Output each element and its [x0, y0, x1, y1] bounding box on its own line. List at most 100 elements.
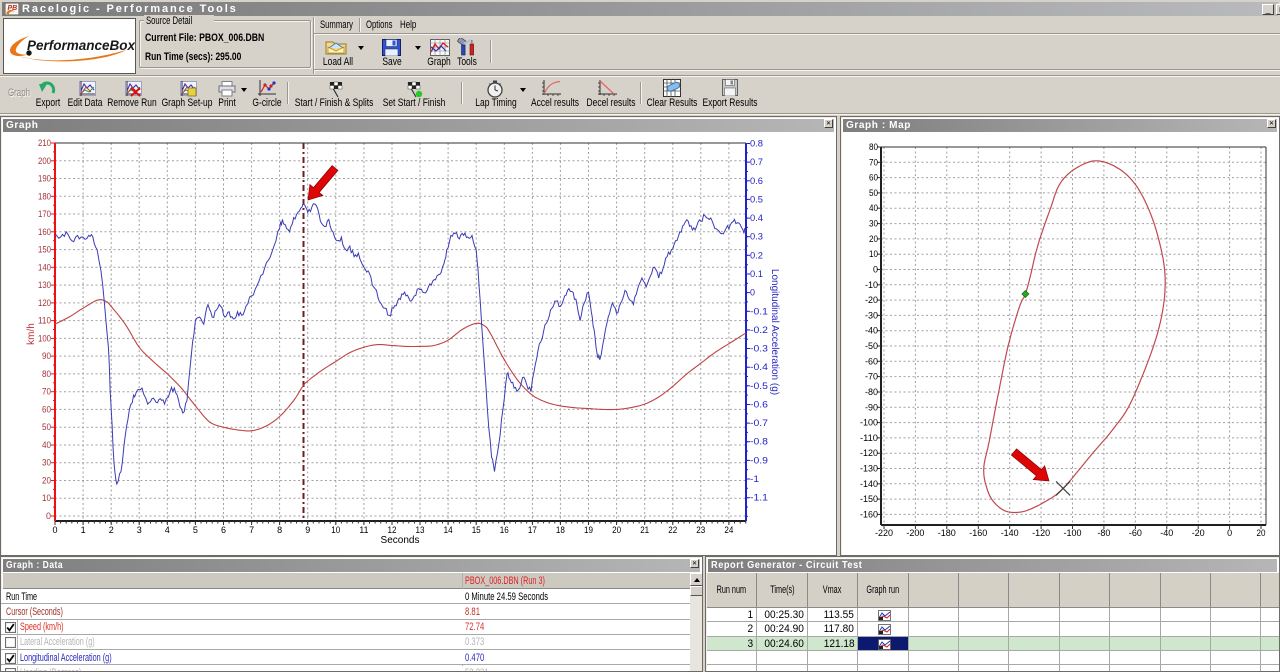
svg-text:100: 100	[38, 333, 51, 343]
svg-text:60: 60	[42, 404, 51, 414]
svg-text:24: 24	[724, 525, 733, 535]
svg-text:7: 7	[249, 525, 254, 535]
svg-text:22: 22	[668, 525, 677, 535]
svg-text:-1.1: -1.1	[750, 493, 768, 503]
svg-text:40: 40	[869, 203, 878, 213]
svg-text:3: 3	[137, 525, 142, 535]
svg-text:30: 30	[42, 458, 51, 468]
svg-text:-0.3: -0.3	[750, 344, 768, 354]
svg-text:1: 1	[81, 525, 86, 535]
svg-text:Longitudinal Acceleration (g): Longitudinal Acceleration (g)	[769, 269, 780, 395]
svg-text:-140: -140	[860, 479, 878, 489]
svg-text:20: 20	[612, 525, 621, 535]
svg-text:-80: -80	[1097, 528, 1110, 538]
svg-text:21: 21	[640, 525, 649, 535]
svg-text:km/h: km/h	[26, 323, 37, 345]
svg-text:20: 20	[42, 476, 51, 486]
svg-text:-160: -160	[860, 509, 878, 519]
svg-text:0.7: 0.7	[750, 157, 763, 167]
svg-text:2: 2	[109, 525, 114, 535]
svg-text:0.2: 0.2	[750, 250, 763, 260]
svg-text:0.1: 0.1	[750, 269, 763, 279]
svg-text:0: 0	[1227, 528, 1232, 538]
svg-text:23: 23	[696, 525, 705, 535]
svg-text:Seconds: Seconds	[381, 535, 420, 546]
svg-text:80: 80	[869, 142, 878, 152]
svg-text:-200: -200	[906, 528, 924, 538]
svg-text:-40: -40	[1160, 528, 1173, 538]
svg-text:-110: -110	[860, 433, 878, 443]
svg-text:-140: -140	[1001, 528, 1019, 538]
svg-text:10: 10	[42, 493, 51, 503]
svg-text:30: 30	[869, 219, 878, 229]
svg-text:-90: -90	[865, 402, 878, 412]
svg-text:11: 11	[359, 525, 368, 535]
svg-text:13: 13	[416, 525, 425, 535]
svg-text:9: 9	[305, 525, 310, 535]
svg-text:-0.7: -0.7	[750, 418, 768, 428]
svg-text:19: 19	[584, 525, 593, 535]
svg-text:0: 0	[873, 265, 878, 275]
svg-text:-120: -120	[1032, 528, 1050, 538]
svg-text:0.5: 0.5	[750, 194, 763, 204]
svg-text:10: 10	[869, 249, 878, 259]
svg-text:-100: -100	[860, 418, 878, 428]
svg-text:17: 17	[528, 525, 537, 535]
svg-text:190: 190	[38, 174, 51, 184]
svg-text:-0.1: -0.1	[750, 306, 768, 316]
svg-text:170: 170	[38, 209, 51, 219]
svg-text:-1: -1	[750, 474, 759, 484]
svg-text:-160: -160	[969, 528, 987, 538]
svg-text:-0.2: -0.2	[750, 325, 768, 335]
svg-text:60: 60	[869, 173, 878, 183]
svg-text:4: 4	[165, 525, 170, 535]
svg-text:15: 15	[472, 525, 481, 535]
svg-text:210: 210	[38, 138, 51, 148]
svg-text:50: 50	[42, 422, 51, 432]
svg-text:0.6: 0.6	[750, 176, 763, 186]
svg-text:40: 40	[42, 440, 51, 450]
svg-text:-150: -150	[860, 494, 878, 504]
svg-text:10: 10	[331, 525, 340, 535]
svg-text:-20: -20	[865, 295, 878, 305]
svg-text:70: 70	[42, 387, 51, 397]
svg-text:-220: -220	[875, 528, 893, 538]
svg-text:-60: -60	[865, 356, 878, 366]
svg-text:-20: -20	[1192, 528, 1205, 538]
svg-text:0: 0	[52, 525, 57, 535]
svg-text:0: 0	[46, 511, 51, 521]
svg-text:70: 70	[869, 157, 878, 167]
svg-text:14: 14	[444, 525, 453, 535]
svg-text:0.3: 0.3	[750, 232, 763, 242]
svg-text:-10: -10	[865, 280, 878, 290]
svg-text:200: 200	[38, 156, 51, 166]
svg-text:6: 6	[221, 525, 226, 535]
svg-text:-0.8: -0.8	[750, 437, 768, 447]
svg-text:12: 12	[388, 525, 397, 535]
svg-text:-120: -120	[860, 448, 878, 458]
svg-text:110: 110	[38, 316, 51, 326]
svg-text:150: 150	[38, 245, 51, 255]
svg-text:-0.4: -0.4	[750, 362, 768, 372]
svg-text:-60: -60	[1129, 528, 1142, 538]
svg-text:20: 20	[1257, 528, 1266, 538]
svg-text:-30: -30	[865, 310, 878, 320]
svg-text:20: 20	[869, 234, 878, 244]
svg-text:18: 18	[556, 525, 565, 535]
svg-text:180: 180	[38, 191, 51, 201]
svg-text:-40: -40	[865, 326, 878, 336]
svg-text:90: 90	[42, 351, 51, 361]
svg-text:50: 50	[869, 188, 878, 198]
svg-text:-130: -130	[860, 464, 878, 474]
svg-text:-0.5: -0.5	[750, 381, 768, 391]
svg-text:-180: -180	[938, 528, 956, 538]
svg-text:120: 120	[38, 298, 51, 308]
svg-text:PerformanceBox: PerformanceBox	[27, 38, 135, 53]
svg-text:160: 160	[38, 227, 51, 237]
svg-text:-0.9: -0.9	[750, 455, 768, 465]
svg-text:8: 8	[277, 525, 282, 535]
svg-text:5: 5	[193, 525, 198, 535]
svg-text:0.4: 0.4	[750, 213, 763, 223]
svg-text:16: 16	[500, 525, 509, 535]
svg-text:0: 0	[750, 288, 755, 298]
